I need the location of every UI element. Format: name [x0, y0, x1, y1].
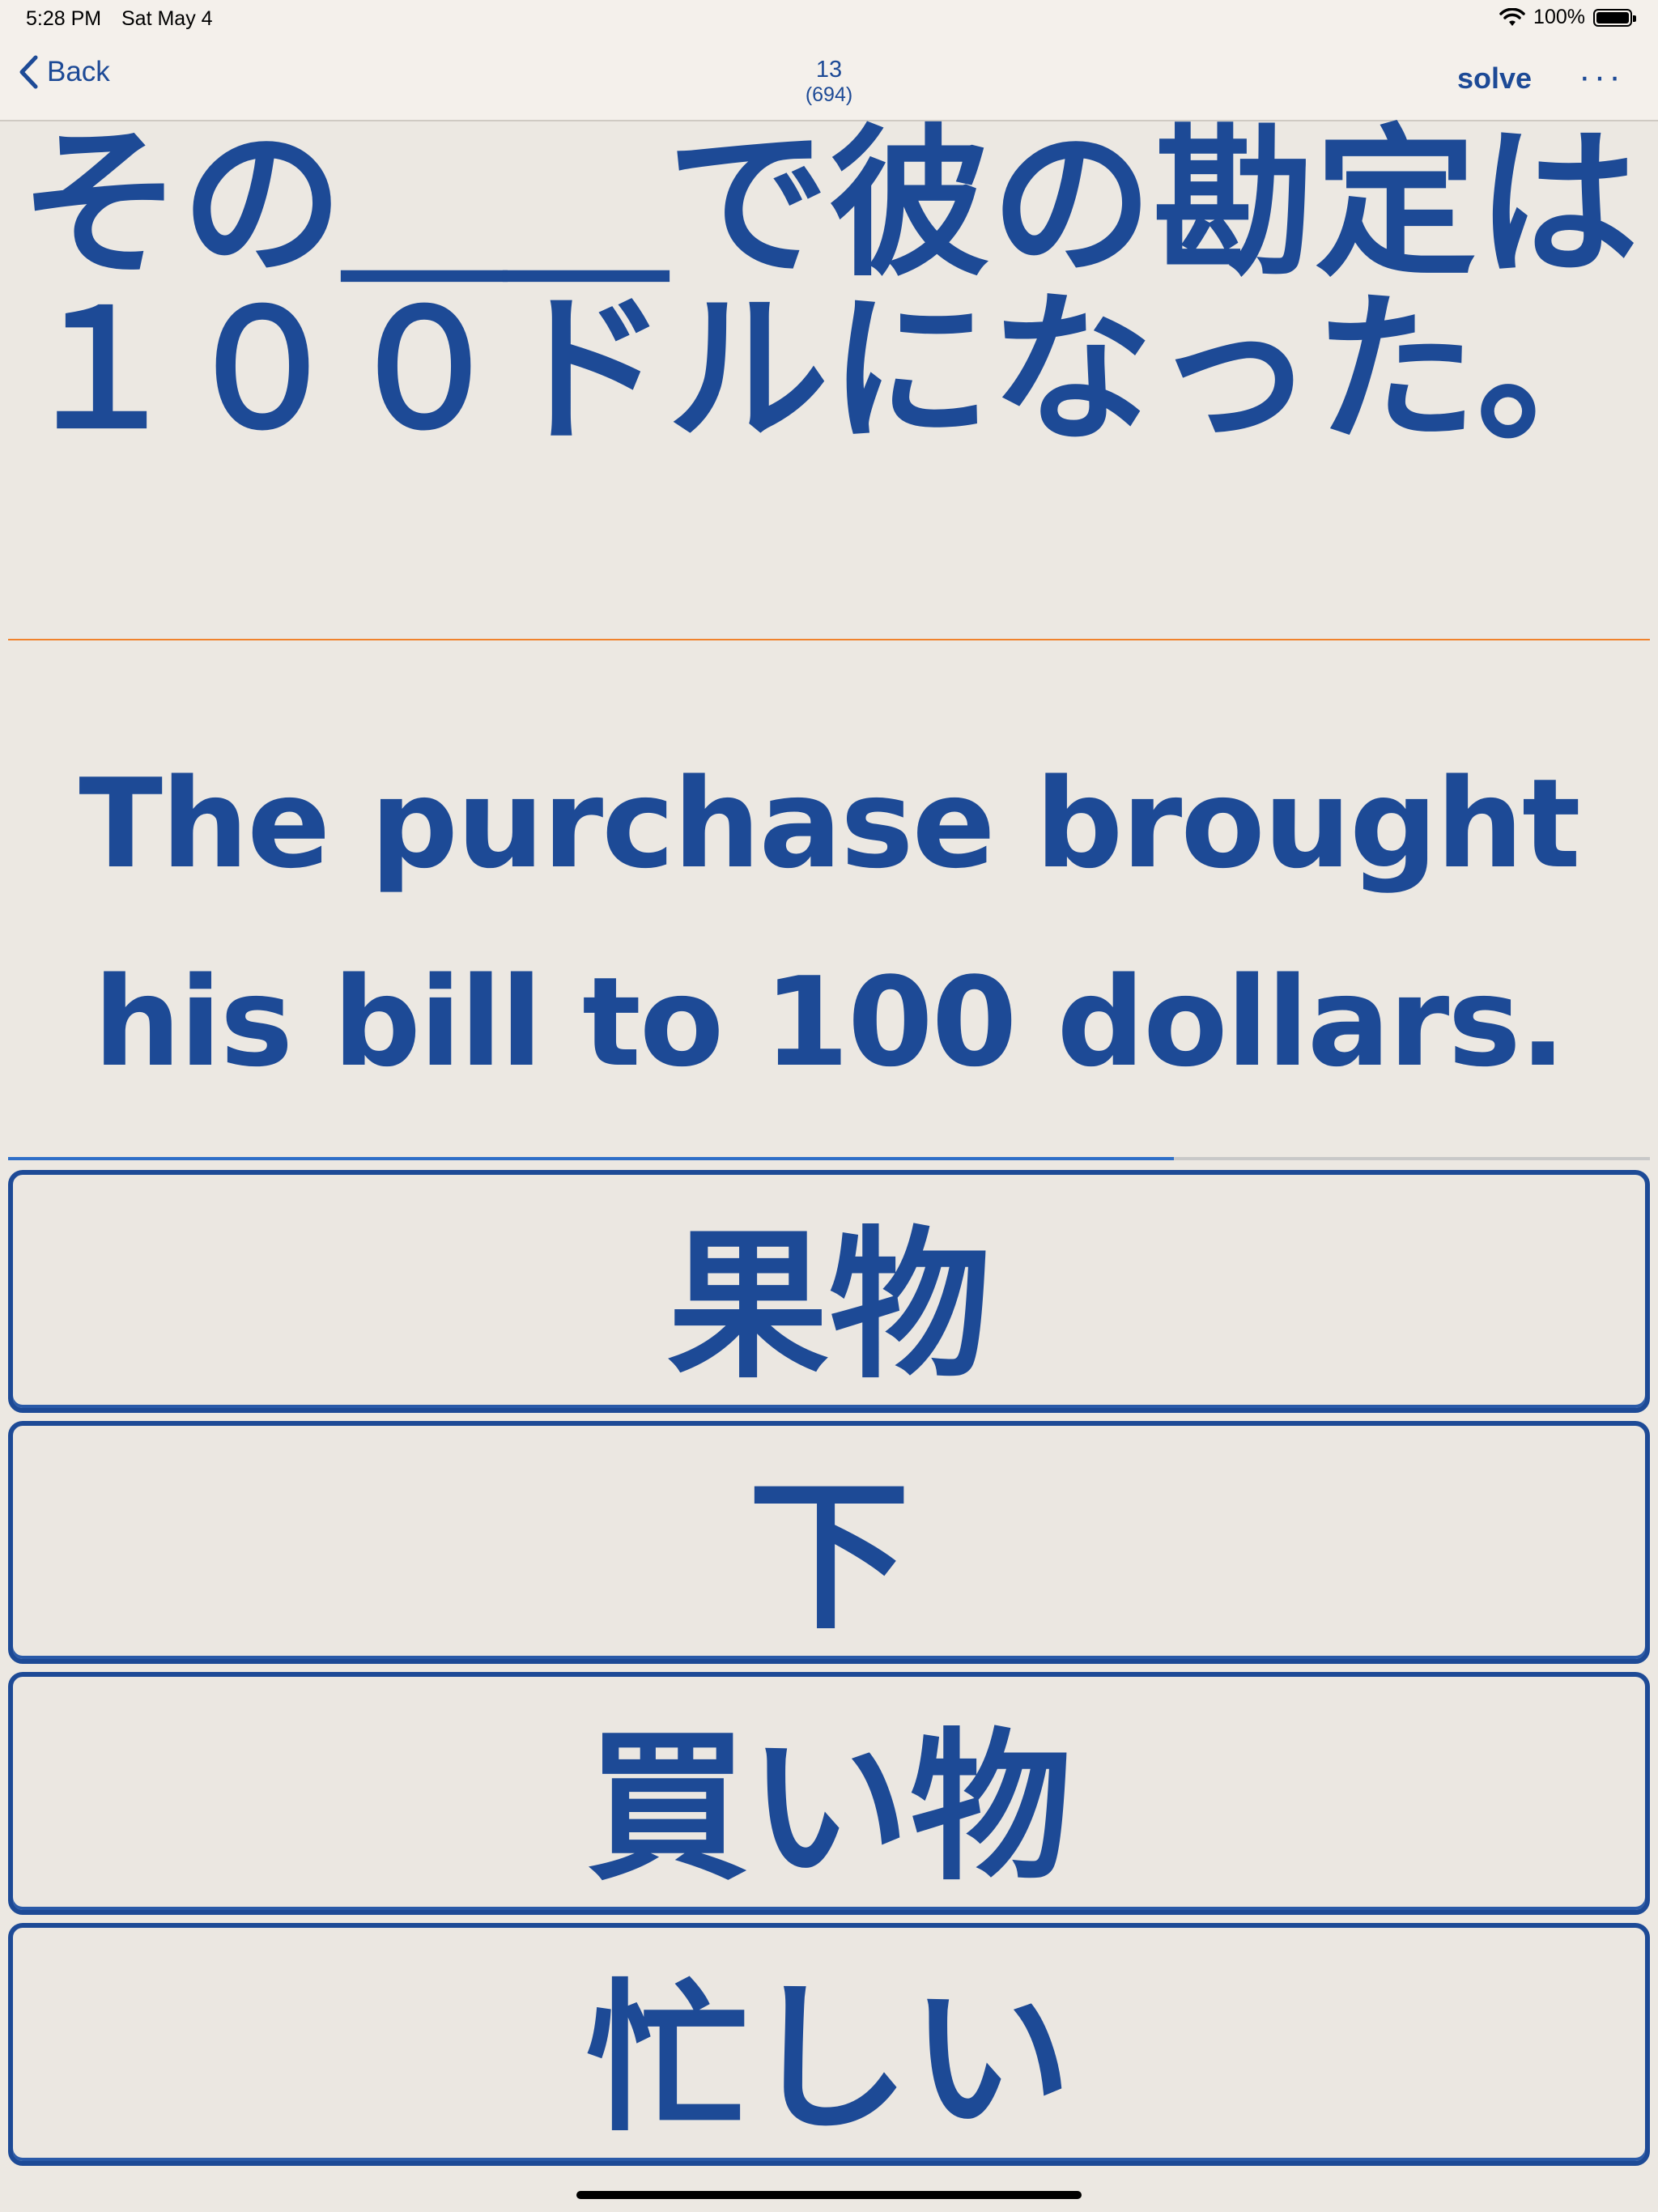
- status-bar: 5:28 PM Sat May 4 100%: [0, 0, 1658, 40]
- answer-option-3[interactable]: 買い物: [8, 1672, 1650, 1915]
- answer-option-4[interactable]: 忙しい: [8, 1923, 1650, 2166]
- battery-percent: 100%: [1533, 6, 1585, 28]
- ellipsis-icon[interactable]: ···: [1579, 57, 1624, 97]
- answer-options: 果物 下 買い物 忙しい: [8, 1170, 1650, 2174]
- wifi-icon: [1499, 7, 1525, 26]
- divider: [8, 639, 1650, 640]
- home-indicator[interactable]: [576, 2191, 1082, 2199]
- question-number: 13: [815, 57, 843, 83]
- answer-option-2[interactable]: 下: [8, 1421, 1650, 1664]
- navigation-bar: Back 13 (694) solve ···: [0, 40, 1658, 121]
- status-date: Sat May 4: [121, 7, 213, 30]
- battery-fill: [1596, 11, 1629, 23]
- question-total: (694): [805, 83, 853, 106]
- nav-title: 13 (694): [0, 56, 1658, 106]
- battery-cap: [1633, 15, 1636, 22]
- battery-icon: [1593, 8, 1636, 27]
- status-time: 5:28 PM: [26, 7, 102, 30]
- solve-button[interactable]: solve: [1457, 62, 1532, 96]
- question-text: その＿＿で彼の勘定は１００ドルになった。: [19, 110, 1639, 465]
- progress-fill: [8, 1157, 1174, 1160]
- status-indicators: 100%: [1499, 6, 1636, 29]
- answer-option-1[interactable]: 果物: [8, 1170, 1650, 1413]
- translation-text: The purchase brought his bill to 100 dol…: [79, 752, 1580, 1094]
- progress-bar: [8, 1157, 1650, 1160]
